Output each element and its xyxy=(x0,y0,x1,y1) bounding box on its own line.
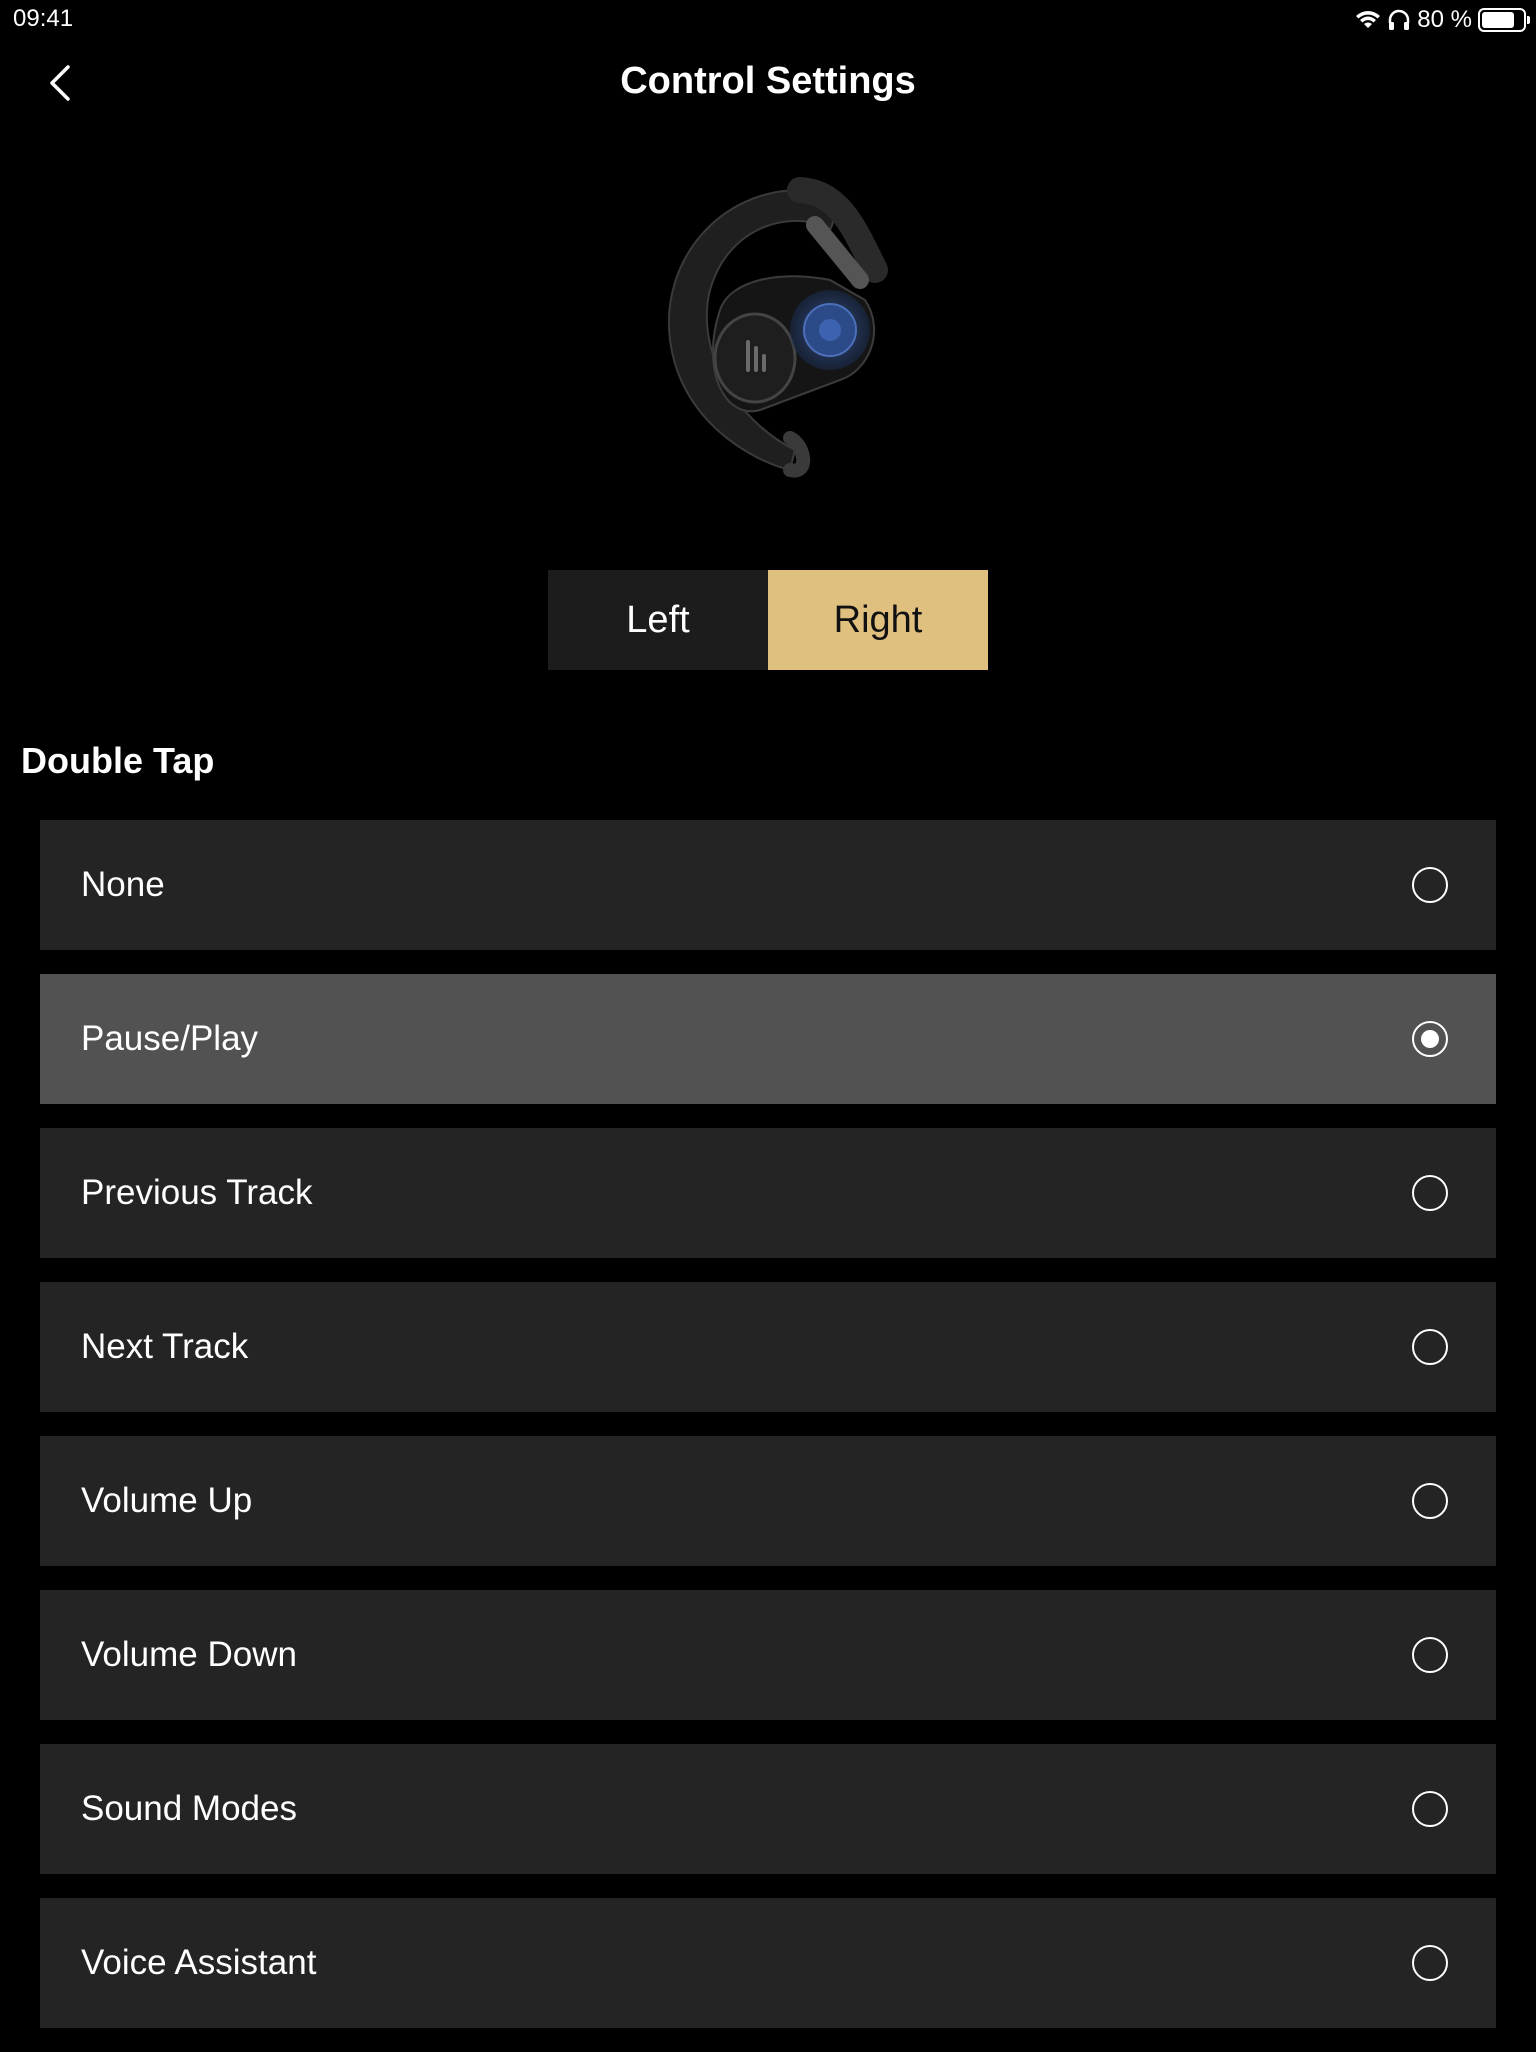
radio-icon[interactable] xyxy=(1412,1329,1448,1365)
radio-icon[interactable] xyxy=(1412,1945,1448,1981)
radio-icon[interactable] xyxy=(1412,1791,1448,1827)
radio-icon[interactable] xyxy=(1412,1483,1448,1519)
double-tap-options-list: None Pause/Play Previous Track Next Trac… xyxy=(40,820,1496,2052)
option-label: Volume Down xyxy=(81,1635,297,1674)
side-segmented-control: Left Right xyxy=(548,570,988,670)
headphones-icon xyxy=(1389,9,1410,30)
option-pause-play[interactable]: Pause/Play xyxy=(40,974,1496,1104)
option-label: Next Track xyxy=(81,1327,249,1366)
radio-icon[interactable] xyxy=(1412,1637,1448,1673)
battery-percent: 80 % xyxy=(1417,6,1472,33)
option-label: Sound Modes xyxy=(81,1789,297,1828)
option-sound-modes[interactable]: Sound Modes xyxy=(40,1744,1496,1874)
option-label: Pause/Play xyxy=(81,1019,259,1058)
nav-bar: Control Settings xyxy=(0,40,1536,130)
status-bar: 09:41 80 % xyxy=(0,0,1536,40)
status-indicators: 80 % xyxy=(1355,5,1530,35)
radio-icon[interactable] xyxy=(1412,1175,1448,1211)
tab-right[interactable]: Right xyxy=(768,570,988,670)
option-next-track[interactable]: Next Track xyxy=(40,1282,1496,1412)
battery-icon xyxy=(1478,8,1530,32)
page-title: Control Settings xyxy=(620,60,916,102)
option-voice-assistant[interactable]: Voice Assistant xyxy=(40,1898,1496,2028)
option-volume-down[interactable]: Volume Down xyxy=(40,1590,1496,1720)
option-volume-up[interactable]: Volume Up xyxy=(40,1436,1496,1566)
option-label: None xyxy=(81,865,165,904)
wifi-icon xyxy=(1356,11,1381,28)
radio-icon[interactable] xyxy=(1412,867,1448,903)
option-label: Volume Up xyxy=(81,1481,253,1520)
status-time: 09:41 xyxy=(13,5,74,32)
option-previous-track[interactable]: Previous Track xyxy=(40,1128,1496,1258)
tab-left[interactable]: Left xyxy=(548,570,768,670)
radio-icon[interactable] xyxy=(1412,1021,1448,1057)
earbud-right-image xyxy=(640,170,900,510)
option-label: Voice Assistant xyxy=(81,1943,317,1982)
option-label: Previous Track xyxy=(81,1173,313,1212)
battery-level xyxy=(1482,12,1514,28)
option-none[interactable]: None xyxy=(40,820,1496,950)
section-title-double-tap: Double Tap xyxy=(21,740,215,781)
